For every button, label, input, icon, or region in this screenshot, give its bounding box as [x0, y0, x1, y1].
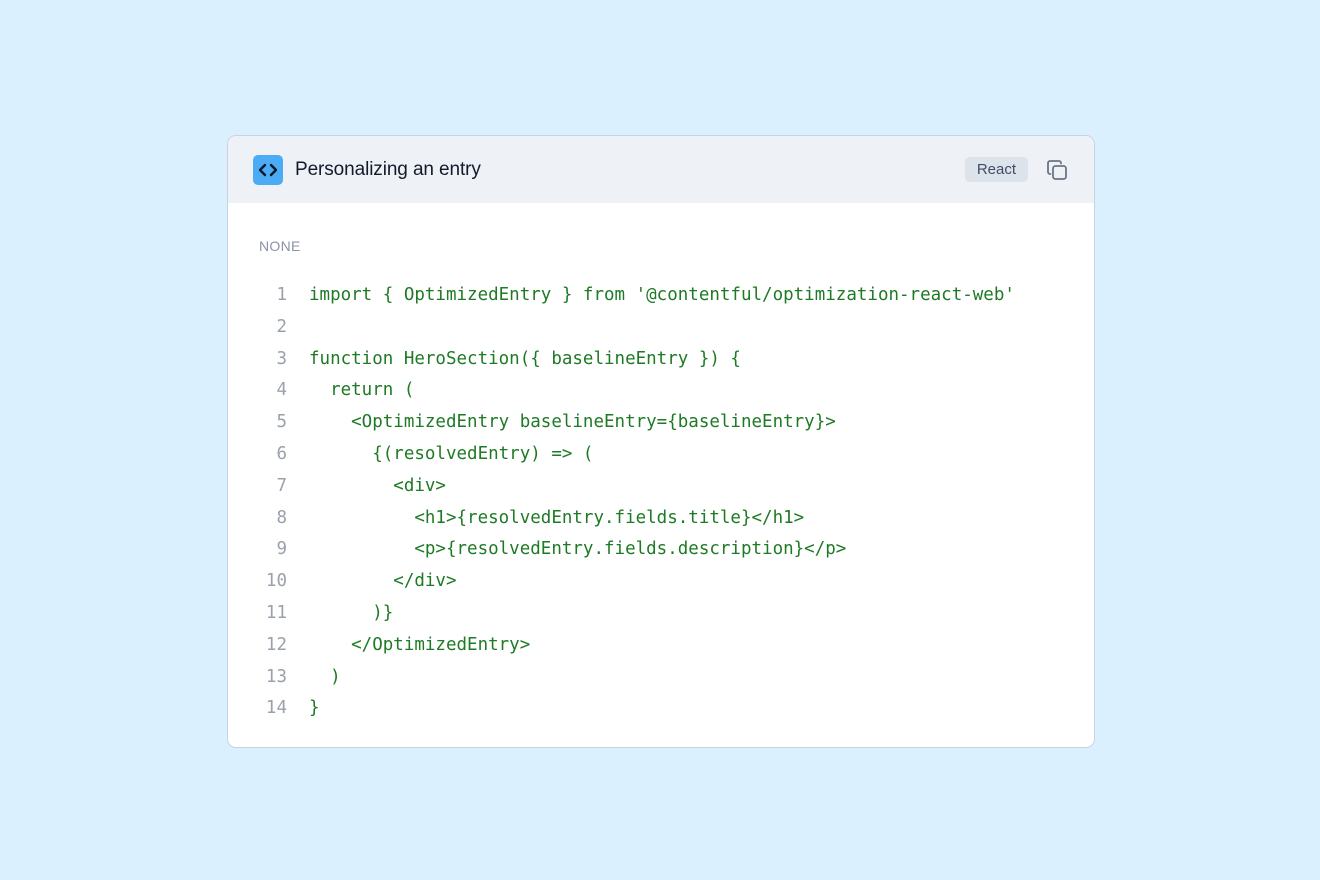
code-line: 4 return (: [259, 375, 1064, 407]
line-text: ): [309, 666, 341, 687]
line-number: 6: [276, 443, 287, 464]
line-text: {(resolvedEntry) => (: [309, 443, 594, 464]
line-text: </OptimizedEntry>: [309, 634, 531, 655]
line-number: 14: [265, 698, 287, 719]
section-label: NONE: [259, 238, 301, 254]
code-brackets-icon: [253, 154, 283, 185]
copy-icon: [1047, 159, 1067, 180]
line-text: <h1>{resolvedEntry.fields.title}</h1>: [309, 507, 805, 528]
card-title: Personalizing an entry: [295, 158, 481, 180]
line-text: <p>{resolvedEntry.fields.description}</p…: [309, 539, 847, 560]
code-line: 3 function HeroSection({ baselineEntry }…: [259, 344, 1064, 376]
code-line: 2: [259, 312, 1064, 344]
code-line: 8 <h1>{resolvedEntry.fields.title}</h1>: [259, 503, 1064, 535]
line-text: function HeroSection({ baselineEntry }) …: [309, 348, 741, 369]
code-line: 5 <OptimizedEntry baselineEntry={baselin…: [259, 407, 1064, 439]
line-text: }: [309, 698, 320, 719]
card-header: Personalizing an entry React: [228, 136, 1094, 203]
line-number: 11: [265, 602, 287, 623]
line-number: 5: [276, 412, 287, 433]
line-number: 3: [276, 348, 287, 369]
code-line: 1 import { OptimizedEntry } from '@conte…: [259, 280, 1064, 312]
copy-button[interactable]: [1045, 158, 1069, 182]
line-number: 1: [276, 285, 287, 305]
line-number: 9: [276, 539, 287, 560]
code-block: 1 import { OptimizedEntry } from '@conte…: [259, 280, 1064, 725]
line-text: import { OptimizedEntry } from '@content…: [309, 285, 1015, 305]
code-line: 10 </div>: [259, 566, 1064, 598]
line-number: 7: [276, 475, 287, 496]
language-badge: React: [964, 157, 1028, 182]
line-number: 8: [276, 507, 287, 528]
line-text: return (: [309, 380, 415, 401]
line-text: </div>: [309, 571, 457, 592]
code-line: 14 }: [259, 693, 1064, 725]
line-number: 12: [265, 634, 287, 655]
code-line: 12 </OptimizedEntry>: [259, 630, 1064, 662]
code-line: 9 <p>{resolvedEntry.fields.description}<…: [259, 534, 1064, 566]
line-text: )}: [309, 602, 394, 623]
line-number: 4: [276, 380, 287, 401]
card-body: NONE 1 import { OptimizedEntry } from '@…: [228, 203, 1094, 725]
code-line: 7 <div>: [259, 471, 1064, 503]
line-number: 2: [276, 316, 287, 337]
line-text: <OptimizedEntry baselineEntry={baselineE…: [309, 412, 836, 433]
code-snippet-card: Personalizing an entry React NONE 1 impo…: [227, 135, 1095, 748]
line-text: <div>: [309, 475, 446, 496]
code-line: 6 {(resolvedEntry) => (: [259, 439, 1064, 471]
code-line: 11 )}: [259, 598, 1064, 630]
line-number: 13: [265, 666, 287, 687]
code-line: 13 ): [259, 662, 1064, 694]
line-number: 10: [265, 571, 287, 592]
